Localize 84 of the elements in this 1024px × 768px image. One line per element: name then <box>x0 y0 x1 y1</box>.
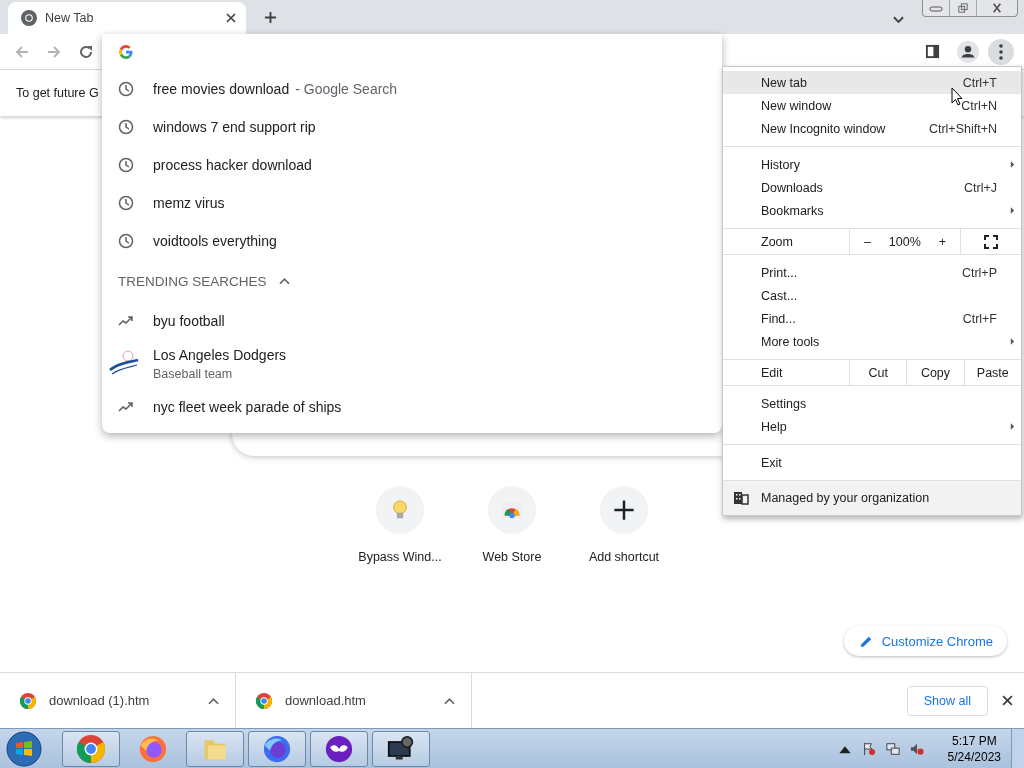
clock-time: 5:17 PM <box>951 732 997 749</box>
menu-icon[interactable] <box>988 38 1014 65</box>
clock-date: 5/24/2023 <box>947 748 1001 765</box>
plus-icon <box>613 499 635 521</box>
chrome-icon <box>256 692 272 709</box>
fullscreen-icon[interactable] <box>984 234 998 249</box>
menu-label: Edit <box>760 365 784 380</box>
menu-item[interactable]: More tools <box>723 330 1021 353</box>
clock-icon <box>118 233 134 249</box>
restore-icon[interactable] <box>956 3 970 13</box>
profile-icon[interactable] <box>957 40 979 63</box>
suggestion-item[interactable]: memz virus <box>102 184 722 222</box>
menu-item[interactable]: Exit <box>723 451 1021 474</box>
building-icon <box>733 491 749 505</box>
close-icon[interactable] <box>990 3 1004 13</box>
start-button[interactable] <box>6 730 42 767</box>
info-text: To get future G <box>16 86 99 100</box>
menu-item[interactable]: Settings <box>723 392 1021 415</box>
chevron-up-icon[interactable] <box>444 696 455 705</box>
side-panel-icon[interactable] <box>925 44 940 59</box>
menu-item[interactable]: Cast... <box>723 284 1021 307</box>
mask-icon <box>325 734 353 763</box>
section-header: TRENDING SEARCHES <box>118 273 267 289</box>
chevron-up-icon[interactable] <box>208 696 219 705</box>
menu-item[interactable]: Print... Ctrl+P <box>723 261 1021 284</box>
suggestion-item[interactable]: windows 7 end support rip <box>102 108 722 146</box>
shortcut-tile[interactable]: Bypass Wind... <box>344 486 456 564</box>
pencil-icon <box>859 634 873 648</box>
customize-chrome-button[interactable]: Customize Chrome <box>843 626 1007 656</box>
close-icon[interactable] <box>1002 695 1013 706</box>
google-icon <box>118 44 134 60</box>
submenu-arrow-icon <box>1010 337 1015 346</box>
edit-button[interactable]: Paste <box>963 360 1021 385</box>
new-tab-icon[interactable] <box>264 11 277 24</box>
suggestion-item[interactable]: nyc fleet week parade of ships <box>102 388 722 426</box>
menu-item[interactable]: New Incognito window Ctrl+Shift+N <box>723 117 1021 140</box>
suggestion-item[interactable]: process hacker download <box>102 146 722 184</box>
close-icon[interactable] <box>226 13 236 23</box>
minimize-icon[interactable] <box>929 3 943 13</box>
chrome-icon <box>77 734 105 763</box>
menu-item[interactable]: Managed by your organization <box>723 480 1021 515</box>
chrome-icon <box>20 692 36 709</box>
menu-item[interactable]: Find... Ctrl+F <box>723 307 1021 330</box>
network-icon[interactable] <box>885 741 900 756</box>
shortcut-tile[interactable]: Web Store <box>456 486 568 564</box>
clock-icon <box>118 119 134 135</box>
menu-item[interactable]: Downloads Ctrl+J <box>723 176 1021 199</box>
menu-item[interactable]: History <box>723 153 1021 176</box>
zoom-level: 100% <box>888 234 921 249</box>
submenu-arrow-icon <box>1010 160 1015 169</box>
reload-icon[interactable] <box>78 43 94 60</box>
chevron-icon[interactable] <box>278 277 290 285</box>
menu-item[interactable]: New tab Ctrl+T <box>723 71 1021 94</box>
show-all-button[interactable]: Show all <box>906 685 988 716</box>
browser-tab[interactable]: New Tab <box>8 2 246 34</box>
zoom-out-button[interactable]: – <box>860 234 875 249</box>
globe-icon <box>263 734 291 763</box>
suggestion-item[interactable]: free movies download - Google Search <box>102 70 722 108</box>
menu-item[interactable]: Help <box>723 415 1021 438</box>
cursor-icon <box>951 87 963 106</box>
menu-label: Zoom <box>760 234 794 249</box>
edit-button[interactable]: Copy <box>906 360 964 385</box>
shortcut-tile[interactable]: Add shortcut <box>568 486 680 564</box>
chrome-icon <box>21 10 37 26</box>
edit-button[interactable]: Cut <box>849 360 907 385</box>
clock-icon <box>118 81 134 97</box>
chevron-down-icon[interactable] <box>893 16 904 24</box>
clock-icon <box>118 195 134 211</box>
menu-item[interactable]: Bookmarks <box>723 199 1021 222</box>
clock-icon <box>118 157 134 173</box>
taskbar-button[interactable] <box>372 730 430 767</box>
zoom-in-button[interactable]: + <box>934 234 950 249</box>
web-store-icon <box>501 499 523 521</box>
submenu-arrow-icon <box>1010 206 1015 215</box>
flag-icon[interactable] <box>861 741 876 756</box>
menu-item[interactable]: New window Ctrl+N <box>723 94 1021 117</box>
suggestion-item[interactable]: byu football <box>102 302 722 340</box>
suggestion-item[interactable]: voidtools everything <box>102 222 722 260</box>
submenu-arrow-icon <box>1010 422 1015 431</box>
volume-muted-icon[interactable] <box>909 741 924 756</box>
fox-globe-icon <box>139 734 167 763</box>
taskbar-button[interactable] <box>310 730 368 767</box>
suggestion-item[interactable]: Los Angeles Dodgers Baseball team <box>102 340 722 388</box>
monitor-gear-icon <box>387 734 415 763</box>
